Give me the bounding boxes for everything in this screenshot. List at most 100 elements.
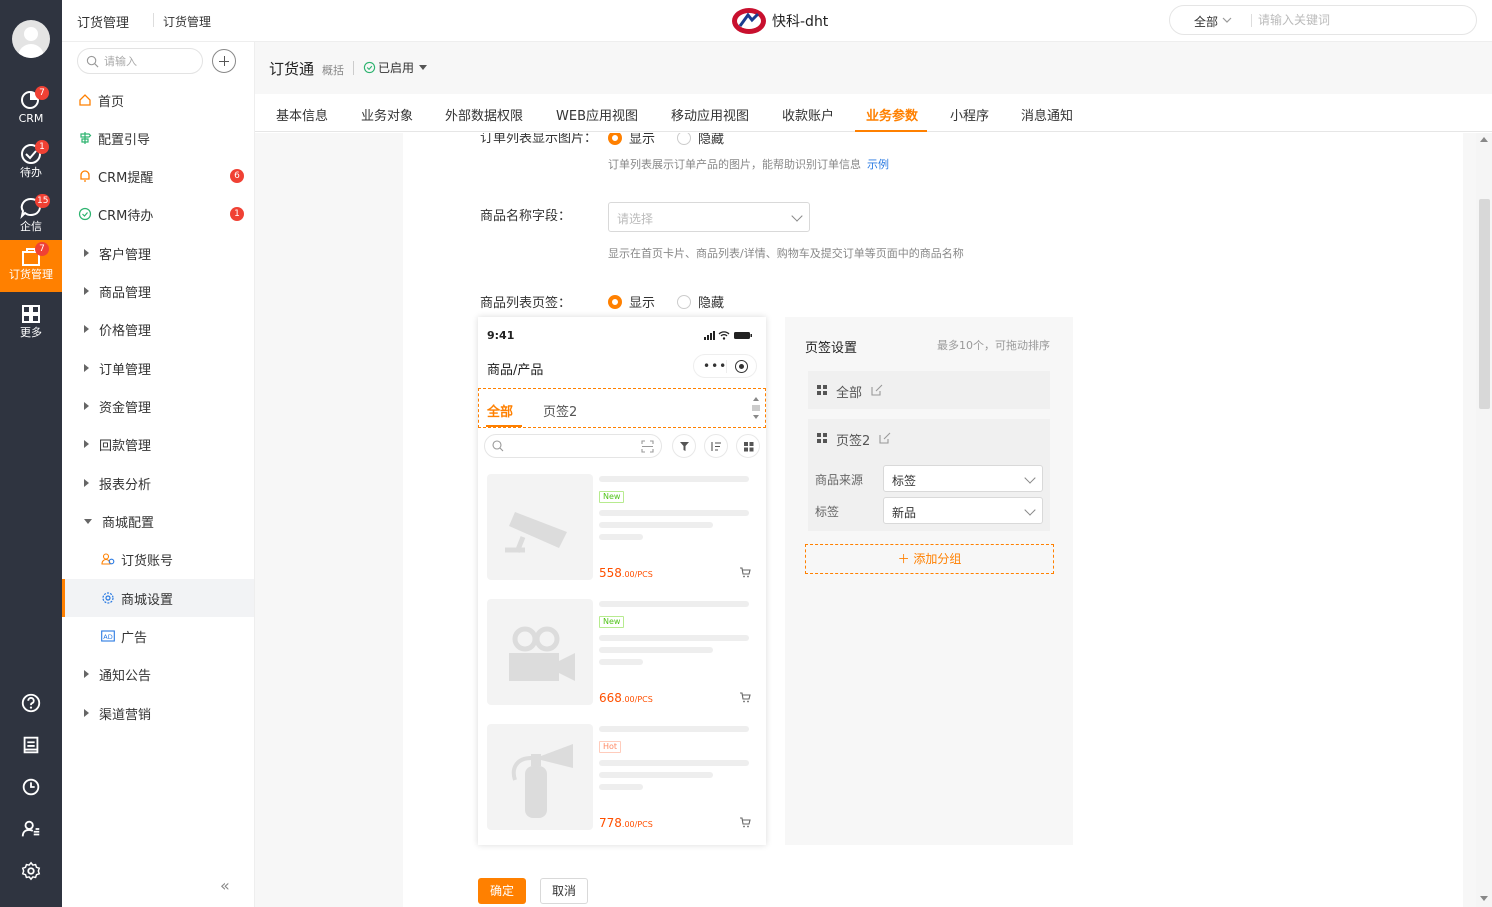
sidebar-item-customer[interactable]: 客户管理 bbox=[62, 234, 254, 272]
nav-add-button[interactable] bbox=[212, 49, 236, 73]
avatar[interactable] bbox=[12, 20, 50, 58]
drag-handle-icon[interactable] bbox=[817, 433, 827, 443]
rail-help[interactable] bbox=[0, 688, 62, 718]
chevron-down-icon bbox=[1024, 504, 1036, 516]
scrollbar-thumb[interactable] bbox=[1479, 199, 1490, 409]
product-tabs-hide-radio[interactable]: 隐藏 bbox=[677, 292, 724, 311]
sidebar-item-label: 商城配置 bbox=[102, 515, 155, 531]
rail-label: 订货管理 bbox=[9, 268, 53, 281]
breadcrumb-secondary[interactable]: 订货管理 bbox=[163, 13, 211, 30]
skeleton-line bbox=[599, 522, 713, 528]
product-tag: New bbox=[599, 616, 625, 628]
cancel-button[interactable]: 取消 bbox=[540, 878, 588, 904]
rail-item-order-management[interactable]: 订货管理 7 bbox=[0, 240, 62, 292]
sidebar-item-product[interactable]: 商品管理 bbox=[62, 272, 254, 310]
sidebar-item-config-guide[interactable]: 配置引导 bbox=[62, 119, 254, 157]
product-source-label: 商品来源 bbox=[815, 473, 864, 487]
tab-payment-account[interactable]: 收款账户 bbox=[782, 105, 834, 124]
rail-item-todo[interactable]: 待办 1 bbox=[0, 138, 62, 188]
tab-row-2[interactable]: 页签2 商品来源 标签 标签 新品 bbox=[808, 419, 1050, 531]
product-name-field-label: 商品名称字段： bbox=[480, 209, 572, 224]
select-value: 标签 bbox=[892, 474, 917, 488]
tab-notifications[interactable]: 消息通知 bbox=[1021, 105, 1073, 124]
top-header: 订货管理 订货管理 快科-dht 全部 bbox=[62, 0, 1492, 42]
collapse-nav-button[interactable]: « bbox=[220, 876, 230, 895]
confirm-button[interactable]: 确定 bbox=[478, 878, 526, 904]
sidebar-item-label: 订单管理 bbox=[99, 362, 152, 378]
caret-right-icon bbox=[84, 440, 89, 448]
rail-notepad[interactable] bbox=[0, 730, 62, 760]
tab-business-params[interactable]: 业务参数 bbox=[866, 105, 918, 124]
sidebar-item-ads[interactable]: AD 广告 bbox=[62, 617, 254, 655]
grid-more-icon bbox=[22, 305, 40, 323]
sidebar-item-payment[interactable]: 回款管理 bbox=[62, 425, 254, 463]
sidebar-item-label: 通知公告 bbox=[99, 668, 152, 684]
sidebar-item-mall-settings[interactable]: 商城设置 bbox=[62, 579, 254, 617]
sidebar-item-label: 价格管理 bbox=[99, 323, 152, 339]
sidebar-item-order-account[interactable]: 订货账号 bbox=[62, 540, 254, 578]
sidebar-item-reports[interactable]: 报表分析 bbox=[62, 464, 254, 502]
sidebar-item-crm-todo[interactable]: CRM待办 1 bbox=[62, 195, 254, 233]
tab-settings-panel: 页签设置 最多10个，可拖动排序 全部 页签2 商品来源 标签 标签 新品 ＋ … bbox=[785, 317, 1073, 845]
sidebar-item-home[interactable]: 首页 bbox=[62, 81, 254, 119]
tab-business-objects[interactable]: 业务对象 bbox=[361, 105, 413, 124]
add-group-button[interactable]: ＋ 添加分组 bbox=[805, 544, 1054, 574]
app-rail: CRM 7 待办 1 企信 15 订货管理 7 更多 bbox=[0, 0, 62, 907]
price-unit: .00/PCS bbox=[621, 570, 653, 579]
sidebar-item-crm-reminder[interactable]: CRM提醒 6 bbox=[62, 157, 254, 195]
product-price: 558.00/PCS bbox=[599, 566, 653, 580]
brand-logo-icon bbox=[732, 8, 766, 34]
sidebar-item-label: 广告 bbox=[121, 630, 148, 646]
tab-web-app-view[interactable]: WEB应用视图 bbox=[556, 105, 638, 124]
scroll-down-icon[interactable] bbox=[1480, 896, 1488, 901]
scroll-up-icon[interactable] bbox=[1480, 137, 1488, 142]
edit-icon[interactable] bbox=[879, 432, 891, 444]
sidebar-item-channel[interactable]: 渠道营销 bbox=[62, 694, 254, 732]
phone-product-card: New 668.00/PCS bbox=[487, 599, 757, 707]
edit-icon[interactable] bbox=[871, 384, 883, 396]
skeleton-line bbox=[599, 534, 643, 540]
phone-page-title: 商品/产品 bbox=[487, 363, 544, 378]
rail-item-crm[interactable]: CRM 7 bbox=[0, 84, 62, 134]
tab-mobile-app-view[interactable]: 移动应用视图 bbox=[671, 105, 749, 124]
radio-label: 隐藏 bbox=[698, 133, 725, 147]
chevron-down-icon[interactable] bbox=[1222, 15, 1232, 25]
global-search: 全部 bbox=[1169, 5, 1477, 35]
search-scope-select[interactable]: 全部 bbox=[1194, 13, 1218, 30]
sidebar-item-notice[interactable]: 通知公告 bbox=[62, 655, 254, 693]
tab-row-all[interactable]: 全部 bbox=[808, 371, 1050, 409]
sidebar-item-funds[interactable]: 资金管理 bbox=[62, 387, 254, 425]
sidebar-item-price[interactable]: 价格管理 bbox=[62, 310, 254, 348]
content-gutter bbox=[255, 133, 403, 907]
order-image-show-radio[interactable]: 显示 bbox=[608, 133, 655, 147]
sidebar-item-mall-config[interactable]: 商城配置 bbox=[62, 502, 254, 540]
breadcrumb-primary[interactable]: 订货管理 bbox=[77, 12, 129, 31]
product-name-field-select[interactable]: 请选择 bbox=[608, 202, 810, 232]
tab-basic-info[interactable]: 基本信息 bbox=[276, 105, 328, 124]
rail-settings[interactable] bbox=[0, 856, 62, 886]
tab-external-data-permissions[interactable]: 外部数据权限 bbox=[445, 105, 523, 124]
sidebar-item-order[interactable]: 订单管理 bbox=[62, 349, 254, 387]
content-scrollbar[interactable] bbox=[1476, 133, 1492, 907]
rail-item-more[interactable]: 更多 bbox=[0, 298, 62, 348]
tab-mini-program[interactable]: 小程序 bbox=[950, 105, 989, 124]
search-input[interactable] bbox=[1258, 11, 1458, 29]
rail-contacts[interactable] bbox=[0, 814, 62, 844]
example-link[interactable]: 示例 bbox=[867, 158, 889, 171]
rail-item-chat[interactable]: 企信 15 bbox=[0, 192, 62, 242]
nav-search-input[interactable] bbox=[104, 53, 196, 69]
sidebar-item-label: 回款管理 bbox=[99, 438, 152, 454]
drag-handle-icon[interactable] bbox=[817, 385, 827, 395]
phone-tab-strip[interactable]: 全部 页签2 bbox=[478, 388, 766, 428]
product-source-select[interactable]: 标签 bbox=[883, 465, 1043, 492]
caret-down-icon bbox=[84, 518, 92, 524]
signpost-icon bbox=[80, 132, 92, 144]
order-image-hide-radio[interactable]: 隐藏 bbox=[677, 133, 724, 147]
app-subtitle[interactable]: 概括 bbox=[322, 62, 344, 78]
product-tabs-show-radio[interactable]: 显示 bbox=[608, 292, 655, 311]
skeleton-line bbox=[599, 772, 713, 778]
app-status-dropdown[interactable]: 已启用 bbox=[363, 59, 428, 76]
caret-right-icon bbox=[84, 479, 89, 487]
rail-clock[interactable] bbox=[0, 772, 62, 802]
tag-select[interactable]: 新品 bbox=[883, 497, 1043, 524]
